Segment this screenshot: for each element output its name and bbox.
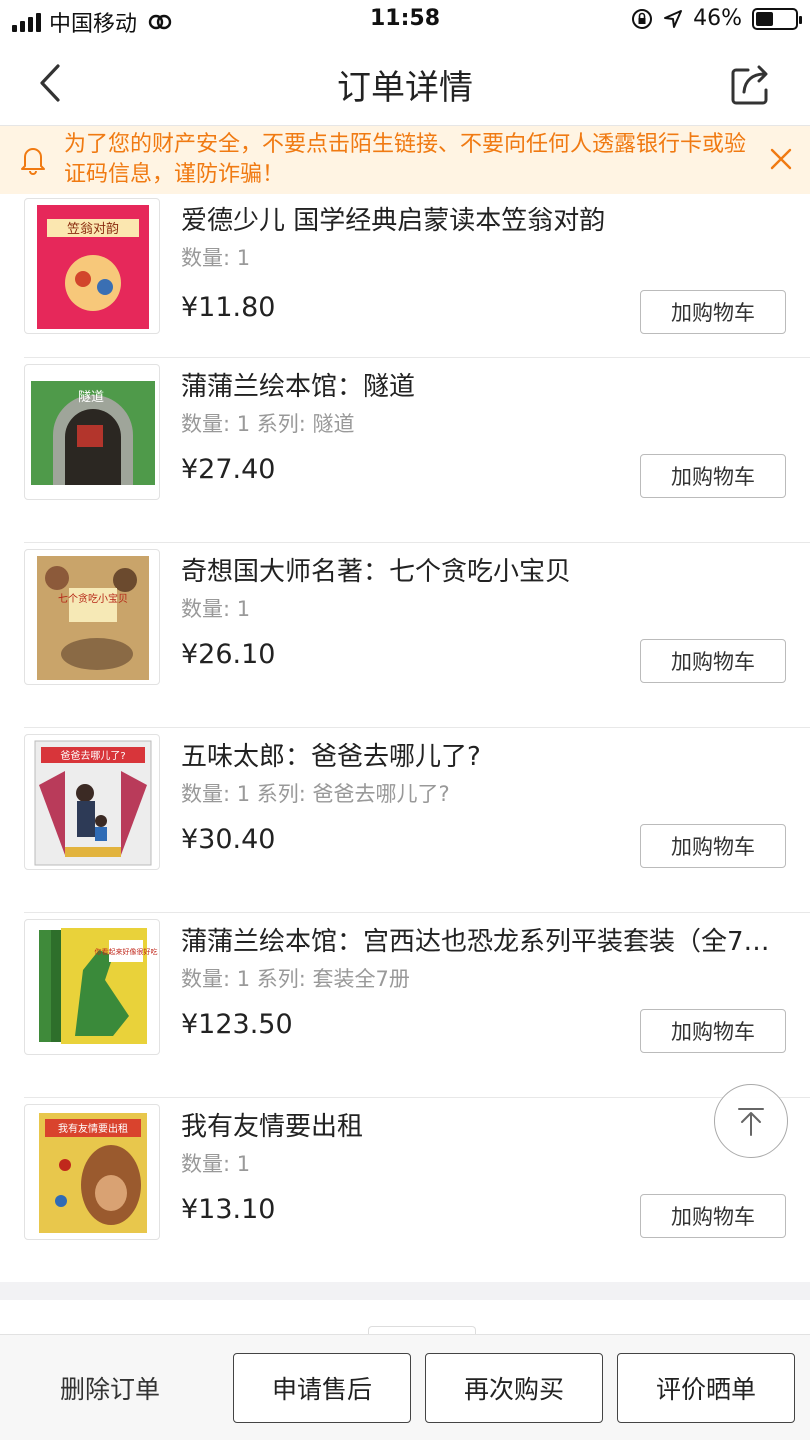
rotation-lock-icon xyxy=(632,8,653,29)
status-bar: 中国移动 11:58 46% xyxy=(0,0,810,40)
product-name[interactable]: 蒲蒲兰绘本馆：宫西达也恐龙系列平装套装（全7册） xyxy=(181,921,781,958)
product-meta: 数量: 1 xyxy=(181,1152,251,1176)
notice-text: 为了您的财产安全，不要点击陌生链接、不要向任何人透露银行卡或验证码信息，谨防诈骗… xyxy=(64,132,747,187)
product-price: ¥11.80 xyxy=(181,292,276,323)
order-item[interactable]: 我有友情要出租 我有友情要出租 数量: 1 ¥13.10 加购物车 xyxy=(24,1098,810,1283)
battery-icon xyxy=(752,7,802,30)
product-meta: 数量: 1 系列: 隧道 xyxy=(181,412,355,436)
product-name[interactable]: 我有友情要出租 xyxy=(181,1106,781,1143)
close-icon[interactable] xyxy=(768,146,794,172)
product-meta: 数量: 1 系列: 爸爸去哪儿了? xyxy=(181,782,450,806)
add-to-cart-button[interactable]: 加购物车 xyxy=(640,639,786,683)
product-price: ¥26.10 xyxy=(181,639,276,670)
book-cover-icon: 爸爸去哪儿了? xyxy=(34,740,152,866)
product-thumbnail[interactable]: 隧道 xyxy=(24,364,160,500)
cover-title: 隧道 xyxy=(78,389,104,405)
order-item-list: 笠翁对韵 爱德少儿 国学经典启蒙读本笠翁对韵 数量: 1 ¥11.80 加购物车… xyxy=(0,194,810,1283)
product-price: ¥123.50 xyxy=(181,1009,293,1040)
product-meta: 数量: 1 xyxy=(181,597,251,621)
add-to-cart-button[interactable]: 加购物车 xyxy=(640,290,786,334)
cover-title: 你看起来好像很好吃 xyxy=(95,947,158,956)
cover-title: 笠翁对韵 xyxy=(67,222,119,237)
product-price: ¥27.40 xyxy=(181,454,276,485)
order-item[interactable]: 隧道 蒲蒲兰绘本馆：隧道 数量: 1 系列: 隧道 ¥27.40 加购物车 xyxy=(24,358,810,543)
product-name[interactable]: 爱德少儿 国学经典启蒙读本笠翁对韵 xyxy=(181,200,781,237)
delete-order-button[interactable]: 删除订单 xyxy=(20,1353,200,1423)
buy-again-button[interactable]: 再次购买 xyxy=(425,1353,603,1423)
product-name[interactable]: 五味太郎：爸爸去哪儿了? xyxy=(181,736,781,773)
cover-title: 七个贪吃小宝贝 xyxy=(58,592,128,605)
book-cover-icon: 我有友情要出租 xyxy=(39,1113,147,1233)
book-cover-icon: 隧道 xyxy=(31,381,155,485)
security-notice: 为了您的财产安全，不要点击陌生链接、不要向任何人透露银行卡或验证码信息，谨防诈骗… xyxy=(0,126,810,194)
product-price: ¥30.40 xyxy=(181,824,276,855)
product-name[interactable]: 蒲蒲兰绘本馆：隧道 xyxy=(181,366,781,403)
bottom-action-bar: 删除订单 申请售后 再次购买 评价晒单 xyxy=(0,1334,810,1440)
book-cover-icon: 七个贪吃小宝贝 xyxy=(37,556,149,680)
status-right: 46% xyxy=(631,6,802,31)
bell-icon xyxy=(21,148,45,175)
product-thumbnail[interactable]: 我有友情要出租 xyxy=(24,1104,160,1240)
product-meta: 数量: 1 xyxy=(181,246,251,270)
order-item[interactable]: 爸爸去哪儿了? 五味太郎：爸爸去哪儿了? 数量: 1 系列: 爸爸去哪儿了? ¥… xyxy=(24,728,810,913)
location-arrow-icon xyxy=(664,9,683,28)
product-name[interactable]: 奇想国大师名著：七个贪吃小宝贝 xyxy=(181,551,781,588)
order-item[interactable]: 七个贪吃小宝贝 奇想国大师名著：七个贪吃小宝贝 数量: 1 ¥26.10 加购物… xyxy=(24,543,810,728)
add-to-cart-button[interactable]: 加购物车 xyxy=(640,824,786,868)
add-to-cart-button[interactable]: 加购物车 xyxy=(640,1194,786,1238)
book-cover-icon: 你看起来好像很好吃 xyxy=(39,928,158,1044)
share-icon[interactable] xyxy=(728,60,776,108)
order-item[interactable]: 笠翁对韵 爱德少儿 国学经典启蒙读本笠翁对韵 数量: 1 ¥11.80 加购物车 xyxy=(24,194,810,358)
product-thumbnail[interactable]: 爸爸去哪儿了? xyxy=(24,734,160,870)
product-meta: 数量: 1 系列: 套装全7册 xyxy=(181,967,410,991)
product-thumbnail[interactable]: 七个贪吃小宝贝 xyxy=(24,549,160,685)
scroll-to-top-button[interactable] xyxy=(714,1084,788,1158)
add-to-cart-button[interactable]: 加购物车 xyxy=(640,1009,786,1053)
add-to-cart-button[interactable]: 加购物车 xyxy=(640,454,786,498)
product-thumbnail[interactable]: 你看起来好像很好吃 xyxy=(24,919,160,1055)
arrow-up-icon xyxy=(738,1108,764,1136)
after-sale-button[interactable]: 申请售后 xyxy=(233,1353,411,1423)
order-item[interactable]: 你看起来好像很好吃 蒲蒲兰绘本馆：宫西达也恐龙系列平装套装（全7册） 数量: 1… xyxy=(24,913,810,1098)
page-title: 订单详情 xyxy=(337,68,473,108)
review-button[interactable]: 评价晒单 xyxy=(617,1353,795,1423)
battery-percent: 46% xyxy=(693,6,742,31)
cover-title: 我有友情要出租 xyxy=(58,1122,128,1135)
cover-title: 爸爸去哪儿了? xyxy=(60,749,125,762)
product-price: ¥13.10 xyxy=(181,1194,276,1225)
product-thumbnail[interactable]: 笠翁对韵 xyxy=(24,198,160,334)
nav-bar: 订单详情 xyxy=(0,40,810,126)
section-divider xyxy=(0,1282,810,1300)
book-cover-icon: 笠翁对韵 xyxy=(37,205,149,329)
